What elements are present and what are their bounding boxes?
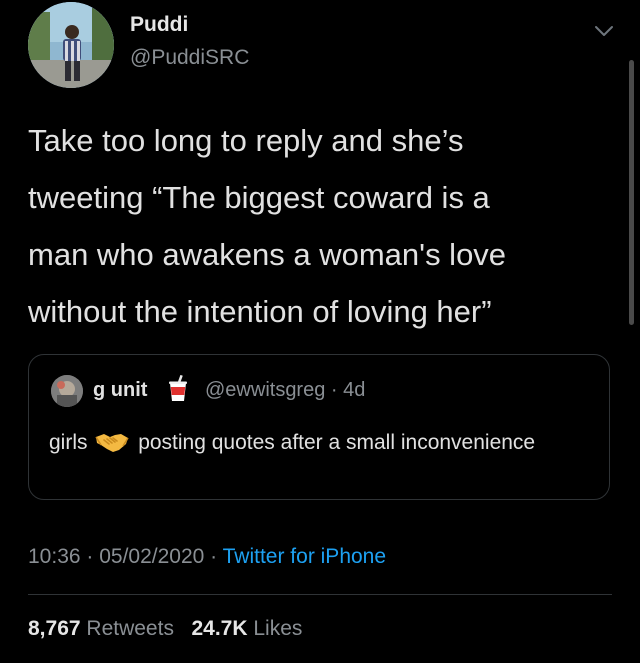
tweet-timestamp[interactable]: 10:36 · 05/02/2020 · [28, 545, 217, 568]
quoted-text-after: posting quotes after a small inconvenien… [138, 431, 536, 454]
retweets-label: Retweets [86, 617, 174, 640]
tweet-text: Take too long to reply and she’s tweetin… [28, 112, 608, 340]
divider [28, 594, 612, 595]
chevron-down-icon[interactable] [593, 20, 615, 42]
author-handle[interactable]: @PuddiSRC [130, 46, 249, 70]
quoted-author-avatar [51, 375, 83, 407]
quoted-author-name: g unit [93, 379, 148, 401]
tweet-text-line: tweeting “The biggest coward is a [28, 180, 490, 215]
quoted-tweet-text: girls posting quotes after a small incon… [49, 427, 589, 458]
tweet-stats: 8,767 Retweets 24.7K Likes [28, 617, 302, 641]
quoted-text-before: girls [49, 431, 88, 454]
quoted-tweet-card[interactable]: g unit @ewwitsgreg · 4d girls posting qu… [28, 354, 610, 500]
likes-stat[interactable]: 24.7K Likes [191, 617, 302, 640]
retweets-count: 8,767 [28, 617, 81, 640]
author-avatar[interactable] [28, 2, 114, 88]
tweet-header: Puddi @PuddiSRC [0, 0, 640, 100]
avatar-photo [28, 2, 114, 88]
quoted-handle-and-time: @ewwitsgreg · 4d [205, 379, 366, 401]
tweet-text-line: without the intention of loving her” [28, 294, 492, 329]
tweet-source-link[interactable]: Twitter for iPhone [223, 545, 386, 568]
handshake-icon [95, 431, 129, 453]
tweet-meta: 10:36 · 05/02/2020 · Twitter for iPhone [28, 545, 386, 569]
tweet-text-line: man who awakens a woman's love [28, 237, 507, 272]
tweet-text-line: Take too long to reply and she’s [28, 123, 464, 158]
likes-count: 24.7K [191, 617, 248, 640]
cup-with-straw-icon [167, 374, 189, 403]
scrollbar-thumb[interactable] [629, 60, 634, 325]
retweets-stat[interactable]: 8,767 Retweets [28, 617, 174, 640]
author-name[interactable]: Puddi [130, 13, 188, 37]
likes-label: Likes [253, 617, 303, 640]
